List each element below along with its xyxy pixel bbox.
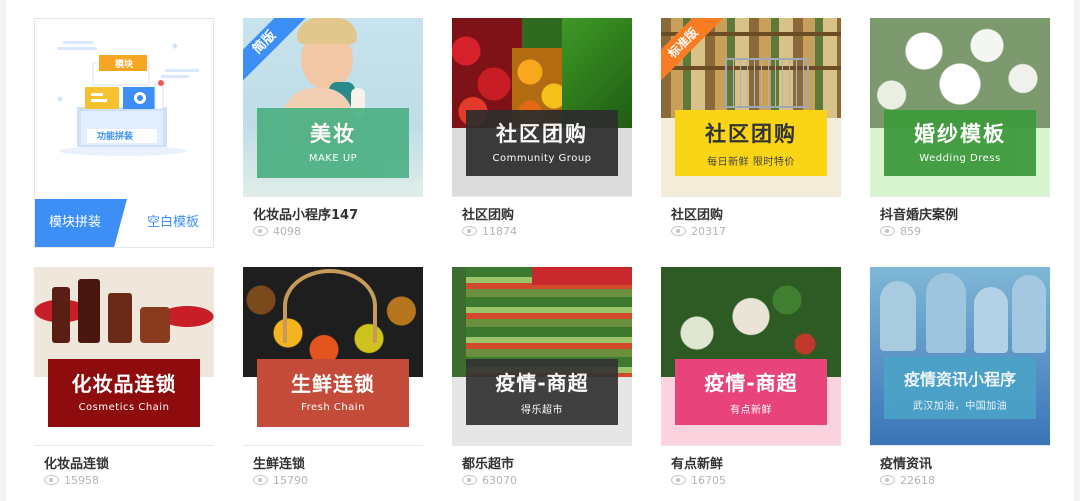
template-card[interactable]: 化妆品连锁 Cosmetics Chain 化妆品连锁 15958: [34, 267, 214, 497]
template-name: 社区团购: [462, 208, 515, 223]
banner-subtitle: MAKE UP: [308, 153, 358, 164]
template-name: 生鲜连锁: [253, 457, 306, 472]
template-name: 疫情资讯: [880, 457, 933, 472]
view-count: 20317: [671, 225, 726, 238]
template-thumbnail: 化妆品连锁 Cosmetics Chain: [34, 267, 214, 445]
blank-template-button[interactable]: 空白模板: [135, 199, 211, 247]
template-card[interactable]: 社区团购 Community Group 社区团购 11874: [452, 18, 632, 248]
view-count: 63070: [462, 474, 517, 487]
template-name: 有点新鲜: [671, 457, 724, 472]
template-thumbnail: 婚纱模板 Wedding Dress: [870, 18, 1050, 196]
view-count: 22618: [880, 474, 935, 487]
banner-band: 社区团购 Community Group: [466, 110, 618, 176]
template-thumbnail: 简版 美妆 MAKE UP: [243, 18, 423, 196]
eye-icon: [671, 475, 686, 485]
banner-band: 化妆品连锁 Cosmetics Chain: [48, 359, 200, 427]
template-thumbnail: 疫情资讯小程序 武汉加油，中国加油: [870, 267, 1050, 445]
banner-subtitle: 得乐超市: [521, 405, 563, 416]
banner-title: 社区团购: [705, 122, 797, 146]
view-count-value: 63070: [482, 474, 517, 487]
banner-title: 疫情资讯小程序: [903, 370, 1016, 389]
view-count-value: 859: [900, 225, 921, 238]
template-name: 抖音婚庆案例: [880, 208, 959, 223]
template-card[interactable]: 婚纱模板 Wedding Dress 抖音婚庆案例 859: [870, 18, 1050, 248]
banner-subtitle: Fresh Chain: [301, 402, 365, 413]
template-thumbnail: 标准版 社区团购 每日新鲜 限时特价: [661, 18, 841, 196]
banner-title: 疫情-商超: [704, 371, 798, 395]
banner-band: 疫情-商超 得乐超市: [466, 359, 618, 425]
template-thumbnail: 疫情-商超 有点新鲜: [661, 267, 841, 445]
template-name: 社区团购: [671, 208, 724, 223]
banner-band: 婚纱模板 Wedding Dress: [884, 110, 1036, 176]
banner-title: 化妆品连锁: [71, 372, 177, 396]
template-card[interactable]: 生鲜连锁 Fresh Chain 生鲜连锁 15790: [243, 267, 423, 497]
eye-icon: [462, 475, 477, 485]
template-card[interactable]: 疫情资讯小程序 武汉加油，中国加油 疫情资讯 22618: [870, 267, 1050, 497]
view-count-value: 15790: [273, 474, 308, 487]
banner-subtitle: Wedding Dress: [919, 153, 1001, 164]
view-count-value: 20317: [691, 225, 726, 238]
illustration-tag-text: 模块: [115, 58, 134, 70]
module-assembly-button[interactable]: 模块拼装: [35, 199, 127, 247]
banner-title: 疫情-商超: [495, 371, 589, 395]
view-count: 4098: [253, 225, 301, 238]
module-assembly-illustration: 模块 功能拼装: [57, 41, 199, 156]
module-assembly-label: 模块拼装: [49, 215, 102, 230]
template-name: 化妆品小程序147: [253, 208, 359, 223]
template-card[interactable]: 简版 美妆 MAKE UP 化妆品小程序147 4098: [243, 18, 423, 248]
view-count: 15790: [253, 474, 308, 487]
view-count: 11874: [462, 225, 517, 238]
eye-icon: [253, 226, 268, 236]
banner-band: 生鲜连锁 Fresh Chain: [257, 359, 409, 427]
eye-icon: [671, 226, 686, 236]
banner-title: 婚纱模板: [914, 122, 1006, 146]
view-count-value: 4098: [273, 225, 301, 238]
eye-icon: [253, 475, 268, 485]
view-count-value: 15958: [64, 474, 99, 487]
template-card[interactable]: 疫情-商超 得乐超市 都乐超市 63070: [452, 267, 632, 497]
eye-icon: [44, 475, 59, 485]
banner-band: 美妆 MAKE UP: [257, 108, 409, 178]
eye-icon: [462, 226, 477, 236]
view-count-value: 11874: [482, 225, 517, 238]
banner-subtitle: 有点新鲜: [730, 405, 772, 416]
banner-band: 疫情资讯小程序 武汉加油，中国加油: [884, 357, 1036, 419]
banner-subtitle: 武汉加油，中国加油: [912, 401, 1008, 412]
banner-subtitle: Cosmetics Chain: [78, 402, 170, 413]
template-card[interactable]: 标准版 社区团购 每日新鲜 限时特价 社区团购 20317: [661, 18, 841, 248]
banner-subtitle: 每日新鲜 限时特价: [707, 157, 795, 168]
banner-band: 社区团购 每日新鲜 限时特价: [675, 110, 827, 176]
template-thumbnail: 疫情-商超 得乐超市: [452, 267, 632, 445]
view-count-value: 16705: [691, 474, 726, 487]
blank-template-card[interactable]: 模块 功能拼装 模块拼装 空白模板: [34, 18, 214, 248]
view-count: 16705: [671, 474, 726, 487]
view-count: 15958: [44, 474, 99, 487]
template-card[interactable]: 疫情-商超 有点新鲜 有点新鲜 16705: [661, 267, 841, 497]
template-name: 都乐超市: [462, 457, 515, 472]
illustration-title-text: 功能拼装: [97, 130, 134, 142]
banner-title: 美妆: [310, 122, 356, 146]
blank-template-label: 空白模板: [146, 215, 199, 230]
banner-band: 疫情-商超 有点新鲜: [675, 359, 827, 425]
template-name: 化妆品连锁: [44, 457, 110, 472]
banner-title: 生鲜连锁: [291, 372, 375, 396]
template-panel: 模块 功能拼装 模块拼装 空白模板 简版 美妆 MAKE UP 化妆品小程序14…: [6, 0, 1074, 501]
banner-subtitle: Community Group: [492, 153, 592, 164]
template-thumbnail: 生鲜连锁 Fresh Chain: [243, 267, 423, 445]
view-count: 859: [880, 225, 921, 238]
template-thumbnail: 社区团购 Community Group: [452, 18, 632, 196]
eye-icon: [880, 475, 895, 485]
view-count-value: 22618: [900, 474, 935, 487]
eye-icon: [880, 226, 895, 236]
banner-title: 社区团购: [496, 122, 588, 146]
